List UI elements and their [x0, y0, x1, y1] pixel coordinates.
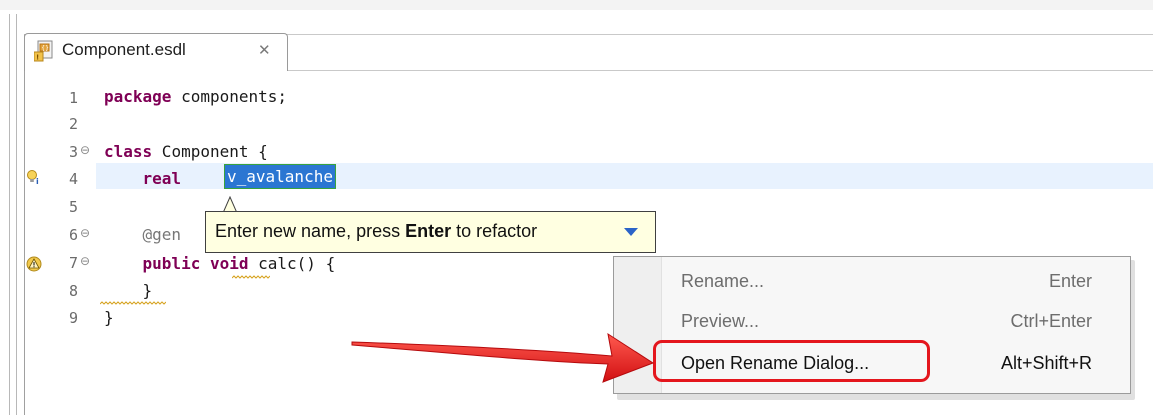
line-number: 2 — [68, 115, 78, 133]
menu-item-label: Rename... — [681, 271, 765, 291]
warning-marker-icon[interactable] — [26, 256, 42, 272]
tooltip-key: Enter — [405, 221, 452, 241]
menu-item-shortcut: Ctrl+Enter — [1010, 311, 1092, 331]
code-text: Component { — [152, 142, 268, 161]
info-marker-icon[interactable]: i — [27, 169, 41, 185]
code-text: calc() { — [248, 254, 336, 273]
warning-squiggle — [100, 301, 166, 305]
line-number: 9 — [68, 309, 78, 327]
keyword: class — [104, 142, 153, 161]
menu-item-shortcut: Enter — [1048, 271, 1092, 291]
svg-text:!: ! — [36, 54, 39, 62]
svg-text:{}: {} — [41, 45, 49, 52]
tab-bar-border — [288, 70, 1153, 71]
code-line-9[interactable]: } — [104, 308, 114, 327]
fold-toggle-icon[interactable]: ⊖ — [80, 254, 90, 268]
menu-item-rename[interactable]: Rename... Enter — [614, 262, 1130, 302]
line-number: 6 — [68, 226, 78, 244]
window-top-strip — [0, 0, 1153, 10]
chevron-down-icon[interactable] — [624, 228, 638, 236]
code-line-6[interactable]: @gen — [104, 225, 182, 244]
keyword: real — [142, 169, 182, 188]
tooltip-prefix: Enter new name, press — [215, 221, 406, 241]
keyword: package — [104, 87, 172, 106]
warning-squiggle — [232, 275, 270, 279]
annotation-highlight-box — [653, 340, 930, 382]
code-text: components; — [171, 87, 288, 106]
fold-toggle-icon[interactable]: ⊖ — [80, 226, 90, 240]
menu-item-label: Preview... — [681, 311, 760, 331]
line-number: 1 — [68, 89, 78, 107]
code-line-8[interactable]: } — [104, 281, 153, 300]
code-line-1[interactable]: package components; — [104, 87, 287, 106]
keyword: void — [209, 254, 249, 273]
tooltip-text: Enter new name, press Enter to refactor — [215, 221, 537, 242]
line-number: 5 — [68, 198, 78, 216]
code-line-3[interactable]: class Component { — [104, 142, 268, 161]
line-number: 3 — [68, 143, 78, 161]
window-left-frame-inner — [16, 14, 17, 415]
line-number: 8 — [68, 282, 78, 300]
close-icon[interactable]: ✕ — [258, 41, 271, 59]
red-arrow-icon — [351, 332, 655, 383]
rename-variable-field[interactable]: v_avalanche — [224, 164, 336, 189]
menu-item-preview[interactable]: Preview... Ctrl+Enter — [614, 303, 1130, 343]
svg-text:i: i — [36, 177, 39, 185]
tab-filename: Component.esdl — [62, 40, 186, 59]
line-number: 4 — [68, 170, 78, 188]
menu-item-shortcut: Alt+Shift+R — [1000, 353, 1092, 373]
keyword: public — [142, 254, 201, 273]
tooltip-suffix: to refactor — [451, 221, 538, 241]
code-line-7[interactable]: public void calc() { — [104, 254, 336, 273]
window-left-frame — [9, 14, 10, 415]
fold-toggle-icon[interactable]: ⊖ — [80, 143, 90, 157]
esdl-file-icon: {} ! — [34, 40, 53, 62]
line-number: 7 — [68, 254, 78, 272]
